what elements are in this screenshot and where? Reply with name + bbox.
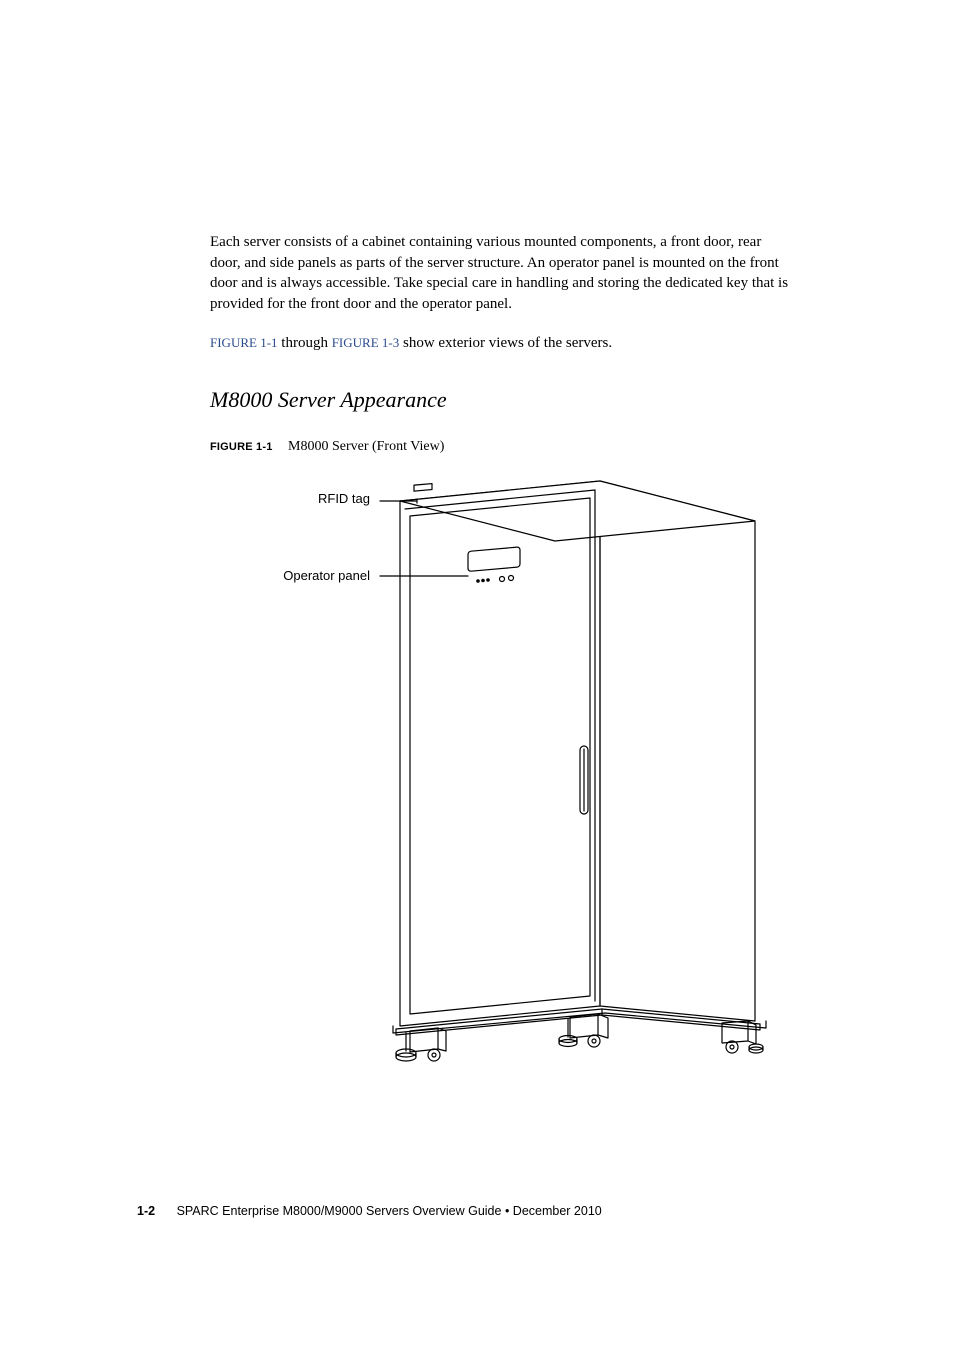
after-links-text: show exterior views of the servers. <box>399 335 612 351</box>
server-cabinet-svg <box>210 461 790 1071</box>
figure-caption: FIGURE 1-1 M8000 Server (Front View) <box>210 439 790 455</box>
callout-operator-panel: Operator panel <box>230 568 370 583</box>
connector-text: through <box>278 335 332 351</box>
figure-caption-text: M8000 Server (Front View) <box>288 439 444 454</box>
page-content: Each server consists of a cabinet contai… <box>210 232 790 1071</box>
figure-1-1-link[interactable]: FIGURE 1-1 <box>210 335 278 350</box>
page-footer: 1-2 SPARC Enterprise M8000/M9000 Servers… <box>137 1204 602 1218</box>
intro-paragraph: Each server consists of a cabinet contai… <box>210 232 790 315</box>
page-number: 1-2 <box>137 1204 155 1218</box>
figure-label: FIGURE 1-1 <box>210 441 273 453</box>
figure-reference-paragraph: FIGURE 1-1 through FIGURE 1-3 show exter… <box>210 333 790 354</box>
callout-rfid-tag: RFID tag <box>260 491 370 506</box>
figure-1-1-diagram: RFID tag Operator panel <box>210 461 790 1071</box>
figure-1-3-link[interactable]: FIGURE 1-3 <box>332 335 400 350</box>
footer-title: SPARC Enterprise M8000/M9000 Servers Ove… <box>177 1204 602 1218</box>
section-heading: M8000 Server Appearance <box>210 387 790 413</box>
